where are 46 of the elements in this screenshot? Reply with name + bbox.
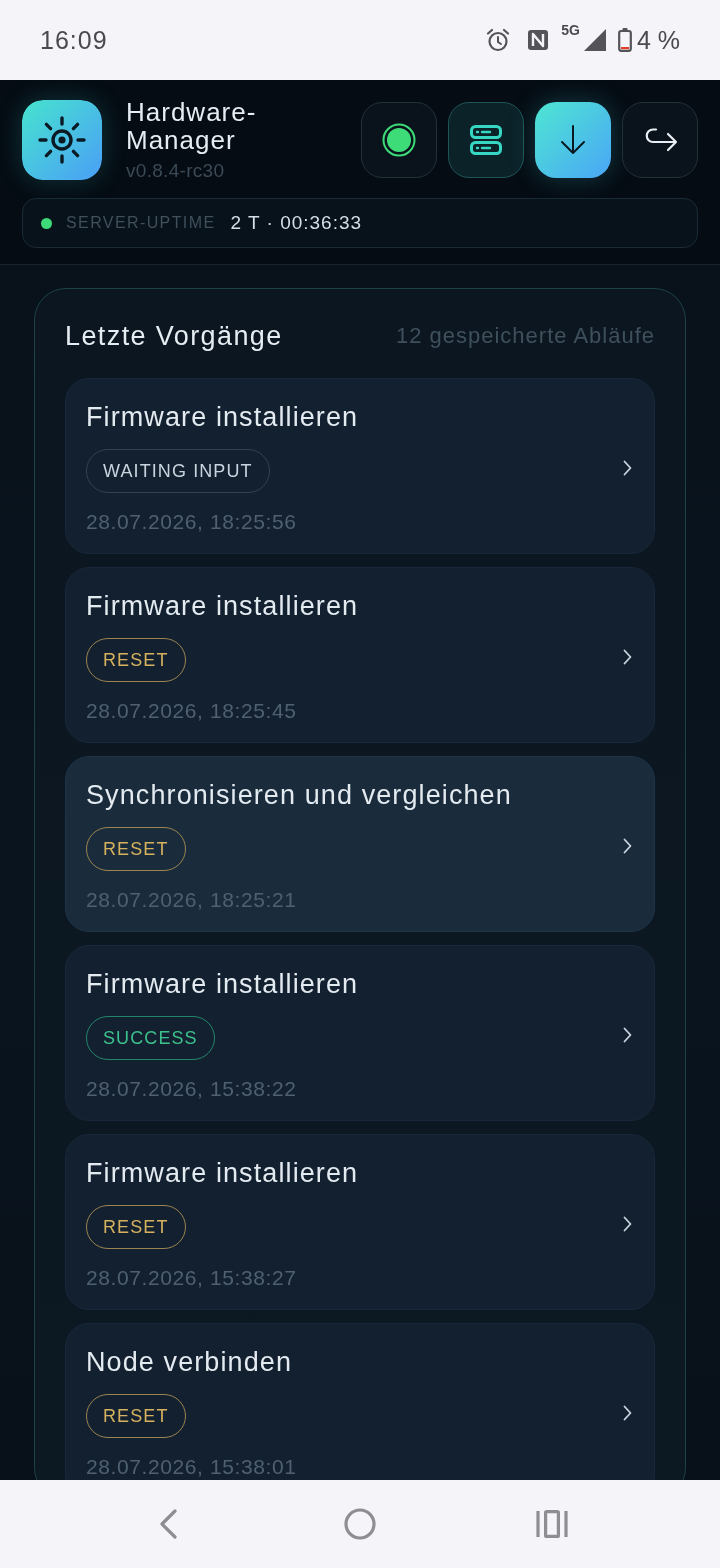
activity-card[interactable]: Node verbinden RESET 28.07.2026, 15:38:01 <box>65 1323 655 1480</box>
signal-icon <box>583 29 606 51</box>
activity-time: 28.07.2026, 18:25:45 <box>86 698 297 724</box>
chevron-right-icon <box>623 1215 632 1232</box>
sun-icon <box>22 100 102 180</box>
activity-title: Node verbinden <box>86 1346 293 1379</box>
activity-title: Firmware installieren <box>86 1157 359 1190</box>
server-icon <box>470 125 502 155</box>
activity-title: Synchronisieren und vergleichen <box>86 779 512 812</box>
battery-icon <box>617 28 632 52</box>
alarm-clock-icon <box>485 27 512 53</box>
download-button[interactable] <box>535 102 611 178</box>
circle-icon <box>344 1508 376 1540</box>
activity-card[interactable]: Firmware installieren WAITING INPUT 28.07.2026, 18:25:56 <box>65 378 655 554</box>
record-icon <box>382 123 416 157</box>
forward-button[interactable] <box>622 102 698 178</box>
chevron-left-icon <box>158 1509 178 1539</box>
uptime-label: SERVER-UPTIME <box>66 214 216 232</box>
app-version: v0.8.4-rc30 <box>126 158 225 183</box>
panel-title: Letzte Vorgänge <box>65 320 283 353</box>
recents-icon <box>536 1510 568 1538</box>
activity-title: Firmware installieren <box>86 968 359 1001</box>
activity-time: 28.07.2026, 15:38:27 <box>86 1265 297 1291</box>
chevron-right-icon <box>623 648 632 665</box>
server-button[interactable] <box>448 102 524 178</box>
uptime-value: 2 T · 00:36:33 <box>230 212 363 234</box>
activity-time: 28.07.2026, 18:25:56 <box>86 509 297 535</box>
app-title: Hardware-Manager <box>126 97 257 154</box>
chevron-right-icon <box>623 459 632 476</box>
activity-time: 28.07.2026, 15:38:22 <box>86 1076 297 1102</box>
clock-time: 16:09 <box>40 25 108 55</box>
down-arrow-icon <box>560 125 586 155</box>
activity-card[interactable]: Firmware installieren SUCCESS 28.07.2026, 15:38:22 <box>65 945 655 1121</box>
chevron-right-icon <box>623 837 632 854</box>
network-type: 5G <box>561 21 580 38</box>
run-count: 12 gespeicherte Abläufe <box>395 323 655 349</box>
chevron-right-icon <box>623 1026 632 1043</box>
activity-title: Firmware installieren <box>86 590 359 623</box>
activity-title: Firmware installieren <box>86 401 359 434</box>
activity-card[interactable]: Firmware installieren RESET 28.07.2026, 15:38:27 <box>65 1134 655 1310</box>
activity-time: 28.07.2026, 15:38:01 <box>86 1454 297 1480</box>
battery-percent: 4 % <box>636 25 680 55</box>
status-button[interactable] <box>361 102 437 178</box>
activity-card[interactable]: Firmware installieren RESET 28.07.2026, 18:25:45 <box>65 567 655 743</box>
nfc-icon <box>527 29 550 51</box>
chevron-right-icon <box>623 1404 632 1421</box>
